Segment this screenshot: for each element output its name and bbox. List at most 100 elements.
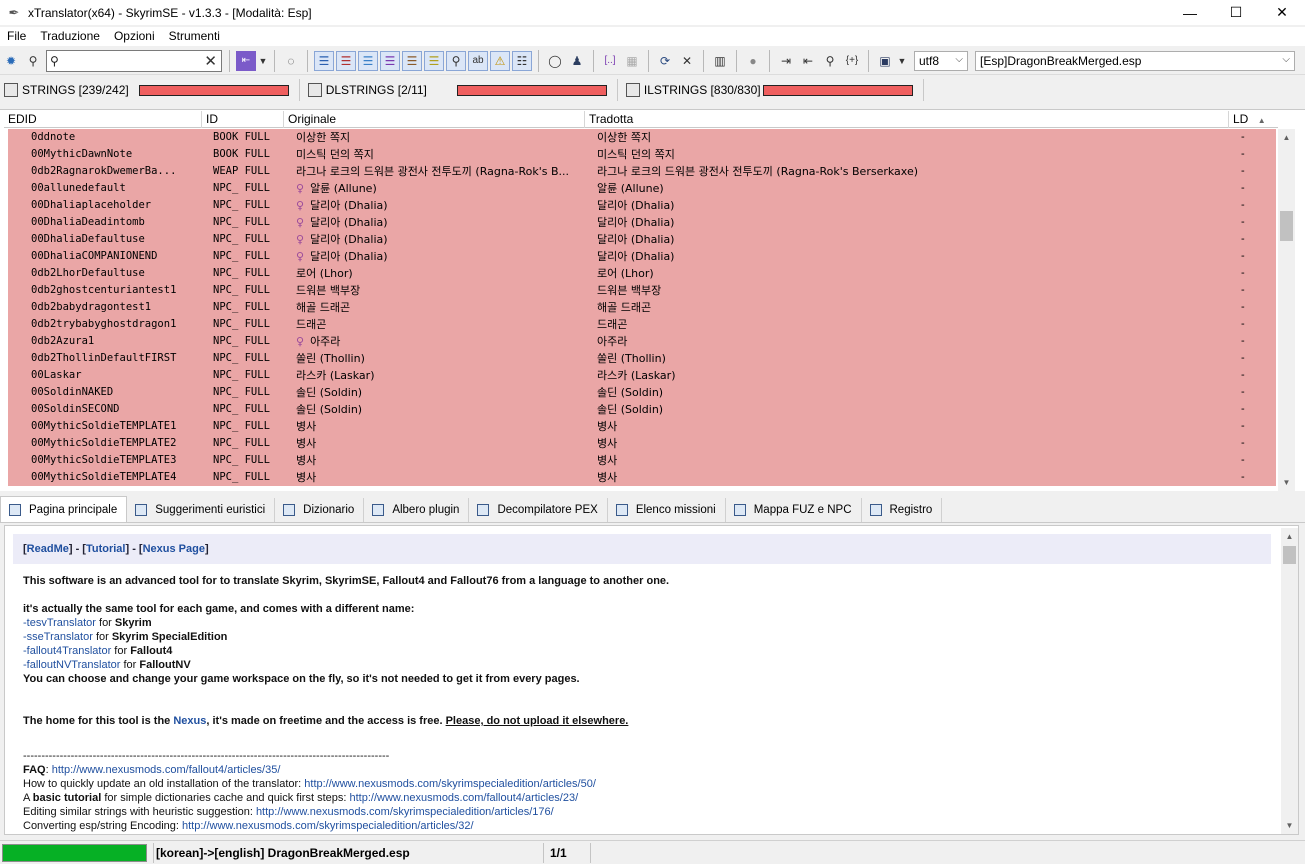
menu-strumenti[interactable]: Strumenti <box>162 27 227 46</box>
column-tradotta[interactable]: Tradotta <box>585 111 1229 128</box>
table-row[interactable]: 0db2trybabyghostdragon1 NPC_ FULL 드래곤 드래곤 - <box>8 316 1276 333</box>
tab-pex-decompiler[interactable]: Decompilatore PEX <box>469 498 608 522</box>
doc-scroll-thumb[interactable] <box>1283 546 1296 564</box>
tool-link[interactable]: -falloutNVTranslator <box>23 659 120 671</box>
menu-file[interactable]: File <box>0 27 33 46</box>
table-row[interactable]: 00MythicSoldieTEMPLATE1 NPC_ FULL 병사 병사 - <box>8 418 1276 435</box>
filter-list-blue-icon[interactable]: ☰ <box>314 50 334 71</box>
target-icon[interactable]: ◌ <box>281 51 301 71</box>
lightbulb-icon[interactable]: ● <box>743 51 763 71</box>
table-row[interactable]: 0db2LhorDefaultuse NPC_ FULL 로어 (Lhor) 로어 (… <box>8 265 1276 282</box>
column-ld[interactable]: LD ▲ <box>1229 111 1277 128</box>
column-edid[interactable]: EDID <box>4 111 202 128</box>
clear-search-icon[interactable]: ✕ <box>204 52 217 70</box>
tab-heuristic[interactable]: Suggerimenti euristici <box>127 498 276 522</box>
table-row[interactable]: 00MythicSoldieTEMPLATE2 NPC_ FULL 병사 병사 - <box>8 435 1276 452</box>
table-row[interactable]: 00DhaliaCOMPANIONEND NPC_ FULL ♀ 달리아 (Dhali… <box>8 248 1276 265</box>
nexus-page-link[interactable]: Nexus Page <box>143 543 205 555</box>
grid-scroll-thumb[interactable] <box>1280 211 1293 241</box>
readme-link[interactable]: ReadMe <box>27 543 69 555</box>
import-icon[interactable]: ⇤ <box>798 51 818 71</box>
search-input[interactable] <box>64 51 204 70</box>
filter-list-brown-icon[interactable]: ☰ <box>402 50 422 71</box>
menu-traduzione[interactable]: Traduzione <box>33 27 107 46</box>
user-icon[interactable]: ♟ <box>567 51 587 71</box>
minimize-button[interactable]: — <box>1167 0 1213 25</box>
brackets-icon[interactable]: [..] <box>600 51 620 71</box>
filter-list-yellow-icon[interactable]: ☰ <box>424 50 444 71</box>
tab-dlstrings[interactable]: DLSTRINGS [2/11] <box>300 79 618 101</box>
file-select[interactable]: [Esp]DragonBreakMerged.esp ⌵ <box>975 50 1295 71</box>
tool-link[interactable]: -sseTranslator <box>23 631 93 643</box>
table-row[interactable]: 0db2Azura1 NPC_ FULL ♀ 아주라 아주라 - <box>8 333 1276 350</box>
table-row[interactable]: 00DhaliaDefaultuse NPC_ FULL ♀ 달리아 (Dhalia)… <box>8 231 1276 248</box>
maximize-button[interactable]: ☐ <box>1213 0 1259 25</box>
table-row[interactable]: 0db2RagnarokDwemerBa... WEAP FULL 라그나 로크의 … <box>8 163 1276 180</box>
close-window-button[interactable]: ✕ <box>1259 0 1305 25</box>
filter-list-lightblue-icon[interactable]: ☰ <box>358 50 378 71</box>
tutorial-link[interactable]: Tutorial <box>86 543 126 555</box>
warning-icon[interactable]: ⚠ <box>490 50 510 71</box>
cell-edid: 00MythicSoldieTEMPLATE1 <box>31 420 177 432</box>
tool-link[interactable]: -tesvTranslator <box>23 617 96 629</box>
faq-link[interactable]: http://www.nexusmods.com/fallout4/articl… <box>52 764 281 776</box>
table-row[interactable]: 00MythicSoldieTEMPLATE3 NPC_ FULL 병사 병사 - <box>8 452 1276 469</box>
settings-gear-icon[interactable]: ✹ <box>1 51 21 71</box>
grid-disabled-icon[interactable]: ▦ <box>622 51 642 71</box>
tab-dictionary[interactable]: Dizionario <box>275 498 365 522</box>
table-row[interactable]: 0db2ThollinDefaultFIRST NPC_ FULL 쏠린 (Thol… <box>8 350 1276 367</box>
tool-link[interactable]: -fallout4Translator <box>23 645 111 657</box>
table-row[interactable]: 0db2babydragontest1 NPC_ FULL 해골 드래곤 해골 드래곤… <box>8 299 1276 316</box>
scroll-up-icon[interactable]: ▲ <box>1278 129 1295 146</box>
doc-line-link[interactable]: http://www.nexusmods.com/skyrimspecialed… <box>182 820 474 832</box>
tab-plugin-tree[interactable]: Albero plugin <box>364 498 470 522</box>
table-row[interactable]: 00SoldinNAKED NPC_ FULL 솔딘 (Soldin) 솔딘 (Sol… <box>8 384 1276 401</box>
table-row[interactable]: 0db2ghostcenturiantest1 NPC_ FULL 드워븐 백부장 드… <box>8 282 1276 299</box>
filter-search-icon[interactable]: ⚲ <box>446 50 466 71</box>
tab-quest-list[interactable]: Elenco missioni <box>608 498 726 522</box>
tab-home-page[interactable]: Pagina principale <box>0 496 128 522</box>
filter-list-dark-icon[interactable]: ☷ <box>512 50 532 71</box>
table-row[interactable]: 00SoldinSECOND NPC_ FULL 솔딘 (Soldin) 솔딘 (So… <box>8 401 1276 418</box>
image-dropdown-icon[interactable]: ▼ <box>897 51 907 71</box>
table-row[interactable]: 00Laskar NPC_ FULL 라스카 (Laskar) 라스카 (Laskar… <box>8 367 1276 384</box>
image-icon[interactable]: ▣ <box>875 51 895 71</box>
doc-line-link[interactable]: http://www.nexusmods.com/fallout4/articl… <box>350 792 579 804</box>
tab-log[interactable]: Registro <box>862 498 943 522</box>
scroll-down-icon[interactable]: ▼ <box>1278 474 1295 491</box>
advanced-search-icon[interactable]: ⚲ <box>23 51 43 71</box>
grid-scrollbar[interactable]: ▲ ▼ <box>1278 129 1295 491</box>
table-row[interactable]: 00MythicSoldieTEMPLATE4 NPC_ FULL 병사 병사 - <box>8 469 1276 486</box>
filter-list-purple-icon[interactable]: ☰ <box>380 50 400 71</box>
tab-ilstrings[interactable]: ILSTRINGS [830/830] <box>618 79 924 101</box>
spellcheck-icon[interactable]: ab <box>468 50 488 71</box>
scroll-up-icon[interactable]: ▲ <box>1281 528 1298 545</box>
doc-line-link[interactable]: http://www.nexusmods.com/skyrimspecialed… <box>217 834 515 835</box>
table-row[interactable]: 00allunedefault NPC_ FULL ♀ 알륜 (Allune) 알륜 (… <box>8 180 1276 197</box>
columns-icon[interactable]: ▥ <box>710 51 730 71</box>
column-id[interactable]: ID <box>202 111 284 128</box>
tab-npc-map[interactable]: Mappa FUZ e NPC <box>726 498 862 522</box>
navigate-back-icon[interactable]: ⇤ <box>236 50 256 71</box>
navigate-dropdown-icon[interactable]: ▼ <box>258 51 268 71</box>
doc-scrollbar[interactable]: ▲ ▼ <box>1281 528 1298 834</box>
column-originale[interactable]: Originale <box>284 111 585 128</box>
table-row[interactable]: 00DhaliaDeadintomb NPC_ FULL ♀ 달리아 (Dhalia)… <box>8 214 1276 231</box>
table-row[interactable]: 00MythicDawnNote BOOK FULL 미스틱 던의 쪽지 미스틱 던의… <box>8 146 1276 163</box>
filter-list-red-icon[interactable]: ☰ <box>336 50 356 71</box>
doc-line-link[interactable]: http://www.nexusmods.com/skyrimspecialed… <box>304 778 596 790</box>
menu-opzioni[interactable]: Opzioni <box>107 27 162 46</box>
code-brackets-icon[interactable]: {+} <box>842 51 862 71</box>
find-user-icon[interactable]: ⚲ <box>820 51 840 71</box>
comment-bubble-icon[interactable]: ◯ <box>545 51 565 71</box>
refresh-circle-icon[interactable]: ⟳ <box>655 51 675 71</box>
nexus-link[interactable]: Nexus <box>173 715 206 727</box>
export-icon[interactable]: ⇥ <box>776 51 796 71</box>
tab-strings[interactable]: STRINGS [239/242] <box>0 79 300 101</box>
table-row[interactable]: 0ddnote BOOK FULL 이상한 쪽지 이상한 쪽지 - <box>8 129 1276 146</box>
cancel-x-icon[interactable]: ✕ <box>677 51 697 71</box>
encoding-select[interactable]: utf8 ⌵ <box>914 50 968 71</box>
doc-line-link[interactable]: http://www.nexusmods.com/skyrimspecialed… <box>256 806 554 818</box>
table-row[interactable]: 00Dhaliaplaceholder NPC_ FULL ♀ 달리아 (Dhalia… <box>8 197 1276 214</box>
scroll-down-icon[interactable]: ▼ <box>1281 817 1298 834</box>
